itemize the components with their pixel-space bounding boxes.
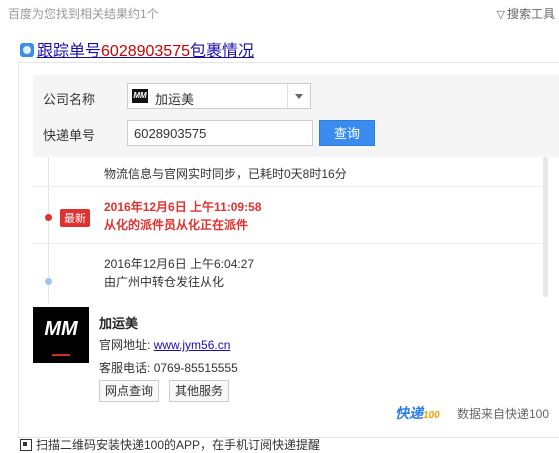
phone-number: 0769-85515555 — [153, 361, 238, 375]
title-prefix: 跟踪单号 — [37, 43, 102, 60]
other-services-button[interactable]: 其他服务 — [169, 380, 230, 402]
company-phone-row: 客服电话: 0769-85515555 — [99, 359, 238, 376]
express-app-icon — [20, 43, 34, 57]
company-website-row: 官网地址: www.jym56.cn — [99, 336, 230, 353]
timeline-dot-icon — [45, 278, 52, 285]
query-form: 公司名称 MM 加运美 快递单号 查询 — [33, 75, 559, 157]
event-desc: 由广州中转仓发往从化 — [104, 275, 225, 289]
timeline-scrollbar[interactable] — [543, 157, 548, 297]
company-logo-bar: ▬▬▬ — [52, 352, 70, 358]
latest-badge: 最新 — [60, 209, 90, 227]
company-name: 加运美 — [99, 316, 139, 331]
event-desc: 从化的派件员从化正在派件 — [104, 218, 249, 232]
company-info: MM ▬▬▬ 加运美 官网地址: www.jym56.cn 客服电话: 0769… — [33, 307, 553, 433]
tracking-number-input[interactable] — [127, 120, 313, 146]
kuaidi100-num: 100 — [423, 410, 440, 421]
company-logo: MM ▬▬▬ — [33, 307, 89, 363]
title-suffix: 包裹情况 — [190, 43, 255, 60]
tracking-label: 快递单号 — [43, 128, 96, 143]
data-source-text: 数据来自快递100 — [457, 407, 550, 421]
title-number: 6028903575 — [101, 43, 190, 60]
event-time: 2016年12月6日 上午11:09:58 — [104, 200, 262, 214]
result-title: 跟踪单号6028903575包裹情况 — [20, 37, 254, 61]
kuaidi100-logo[interactable]: 快递100 — [395, 403, 440, 423]
divider — [33, 243, 549, 244]
search-tools-label: 搜索工具 — [506, 7, 555, 21]
sync-status: 物流信息与官网实时同步，已耗时0天8时16分 — [104, 167, 347, 181]
company-select-value: 加运美 — [155, 92, 195, 107]
website-label: 官网地址: — [99, 338, 151, 352]
company-logo-text: MM — [44, 318, 78, 340]
chevron-down-icon[interactable] — [287, 84, 310, 108]
qr-code-icon — [20, 439, 32, 451]
company-select[interactable]: MM 加运美 — [127, 83, 311, 109]
search-tools-button[interactable]: ▽ 搜索工具 — [497, 5, 555, 22]
event-time: 2016年12月6日 上午6:04:27 — [104, 257, 255, 271]
app-promo[interactable]: 扫描二维码安装快递100的APP，在手机订阅快递提醒 — [20, 436, 320, 453]
app-promo-text: 扫描二维码安装快递100的APP，在手机订阅快递提醒 — [36, 438, 321, 452]
result-count: 百度为您找到相关结果约1个 — [8, 7, 159, 21]
company-logo-small: MM — [132, 89, 148, 103]
phone-label: 客服电话: — [99, 361, 151, 375]
query-button[interactable]: 查询 — [319, 120, 375, 146]
website-link[interactable]: www.jym56.cn — [154, 338, 231, 352]
kuaidi100-brand: 快递 — [395, 405, 423, 421]
divider — [33, 186, 549, 187]
result-title-link[interactable]: 跟踪单号6028903575包裹情况 — [37, 43, 254, 60]
tracking-card: 公司名称 MM 加运美 快递单号 查询 物流信息与官网实时同步，已耗时0天8时1… — [18, 62, 559, 438]
company-label: 公司名称 — [43, 92, 96, 107]
tracking-timeline: 物流信息与官网实时同步，已耗时0天8时16分 最新 2016年12月6日 上午1… — [33, 157, 549, 303]
latest-dot-icon — [45, 214, 52, 221]
branch-query-button[interactable]: 网点查询 — [99, 380, 160, 402]
filter-icon: ▽ — [496, 9, 505, 21]
